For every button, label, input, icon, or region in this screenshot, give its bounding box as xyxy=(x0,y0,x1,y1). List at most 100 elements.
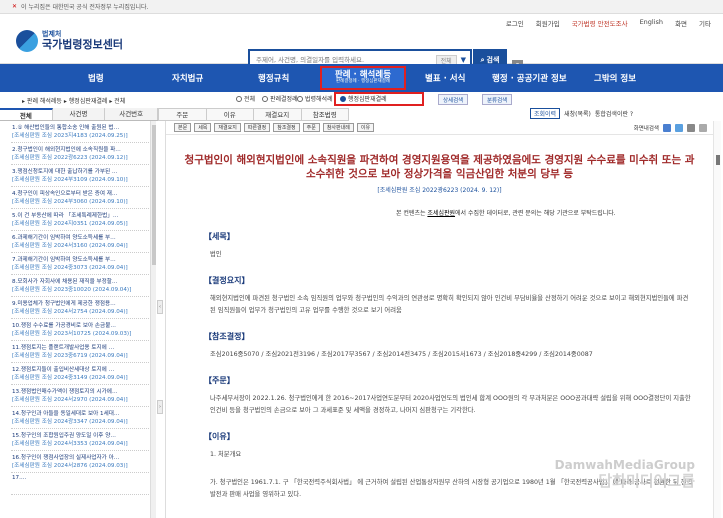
list-item[interactable]: 6.과제해기간이 임박하여 양도소득세를 부… [조세심판원 조심 2024서31… xyxy=(11,231,153,253)
nav-local-law[interactable]: 자치법규 xyxy=(172,72,203,84)
collapse-left-icon[interactable]: ‹ xyxy=(157,300,163,314)
util-links: 로그인 회원가입 국가법령 안전도조사 English 화면 기타 xyxy=(506,18,711,28)
section-heading: 【주문】 xyxy=(204,376,235,385)
bookmark-icon[interactable] xyxy=(699,123,707,132)
tab-all[interactable]: 전체 xyxy=(0,108,53,120)
list-item-source: [조세심판원 조심 2024중3149 (2024.09.04)] xyxy=(12,375,128,381)
tab-decision-summary[interactable]: 재결요지 xyxy=(253,108,302,121)
source-link[interactable]: 조세심판원 xyxy=(427,210,455,217)
print-icon[interactable] xyxy=(663,123,671,132)
document-scrollbar[interactable] xyxy=(713,121,721,518)
new-window-checkbox[interactable]: 새창(목록) xyxy=(564,109,591,118)
nav-precedent[interactable]: 판례 · 해석례등 판례결정례 · 행정심판재결례 xyxy=(320,66,406,90)
list-item[interactable]: 11.쟁점토지는 플랜트개발사업용 토지에 … [조세심판원 조심 2023중67… xyxy=(11,341,153,363)
section-body: 조심2016중5070 / 조심2021전3196 / 조심2017부3567 … xyxy=(210,351,593,358)
list-item-title: 6.과제해기간이 임박하여 양도소득세를 부… xyxy=(12,235,116,241)
nav-law[interactable]: 법령 xyxy=(88,72,104,84)
radio-precedent[interactable]: 판례결정례 xyxy=(262,94,298,103)
result-list: 1.① 해산법인들의 통합소송 인해 출원된 법… [조세심판원 조심 2023지… xyxy=(11,121,153,518)
list-item[interactable]: 16.청구인이 쟁점사업장의 실제사업자가 아… [조세심판원 조심 2024서2… xyxy=(11,451,153,473)
document-title: 청구법인이 해외현지법인에 소속직원을 파견하여 경영지원용역을 제공하였음에도… xyxy=(184,154,695,180)
logo-small-text: 법제처 xyxy=(42,29,62,38)
toolbar-button[interactable]: 재결요지 xyxy=(214,123,241,132)
toolbar-button[interactable]: 본문 xyxy=(174,123,192,132)
toolbar-button[interactable]: 주문 xyxy=(302,123,320,132)
list-item-title: 11.쟁점토지는 플랜트개발사업용 토지에 … xyxy=(12,345,115,351)
nav-precedent-sub: 판례결정례 · 행정심판재결례 xyxy=(336,79,390,85)
list-item-source: [조세심판원 조심 2023중6719 (2024.09.04)] xyxy=(12,353,128,359)
tab-reason[interactable]: 이유 xyxy=(205,108,254,121)
list-item-source: [조세심판원 조심 2024서3353 (2024.09.04)] xyxy=(12,441,128,447)
document-scrollbar-thumb[interactable] xyxy=(716,155,720,165)
list-item-source: [조세심판원 조심 2023중10020 (2024.09.04)] xyxy=(12,287,132,293)
list-scrollbar[interactable] xyxy=(150,121,156,518)
list-item-source: [조세심판원 조심 2024광3347 (2024.09.04)] xyxy=(12,419,128,425)
save-icon[interactable] xyxy=(687,123,695,132)
share-icon[interactable] xyxy=(675,123,683,132)
gov-banner-text: 이 누리집은 대한민국 공식 전자정부 누리집입니다. xyxy=(21,4,149,11)
integrated-help-link[interactable]: 통합검색이란 ? xyxy=(595,109,633,118)
notice-post: 에서 수집한 데이터로, 관련 문의는 해당 기관으로 부탁드립니다. xyxy=(455,210,616,217)
source-notice: 본 컨텐츠는 조세심판원에서 수집한 데이터로, 관련 문의는 해당 기관으로 … xyxy=(396,208,713,217)
expand-right-icon[interactable]: › xyxy=(157,400,163,414)
list-item[interactable]: 12.쟁점토지들이 출입비산세대상 토지에 … [조세심판원 조심 2024중31… xyxy=(11,363,153,385)
list-item[interactable]: 10.쟁점 수수료를 가공경비로 보아 손금불… [조세심판원 조심 2023서1… xyxy=(11,319,153,341)
list-item[interactable]: 1.① 해산법인들의 통합소송 인해 출원된 법… [조세심판원 조심 2023지… xyxy=(11,121,153,143)
nav-forms[interactable]: 별표 · 서식 xyxy=(425,72,465,84)
list-item-title: 12.쟁점토지들이 출입비산세대상 토지에 … xyxy=(12,367,115,373)
list-item-source: [조세심판원 조심 2023서10725 (2024.09.03)] xyxy=(12,331,132,337)
radio-interpretation[interactable]: 법령해석례 xyxy=(297,94,333,103)
toolbar-button[interactable]: 참사판내례 xyxy=(322,123,354,132)
list-item[interactable]: 5.이 건 부동산에 따라 「조세특례제한법」… [조세심판원 조심 2024지0… xyxy=(11,209,153,231)
list-item-title: 16.청구인이 쟁점사업장의 실제사업자가 아… xyxy=(12,455,120,461)
list-item[interactable]: 13.쟁점법인매수가액이 쟁점토지의 시가에… [조세심판원 조심 2024서29… xyxy=(11,385,153,407)
list-item[interactable]: 15.청구인의 조합원입주권 양도일 이후 양… [조세심판원 조심 2024서3… xyxy=(11,429,153,451)
in-page-search-label[interactable]: 화면내검색 xyxy=(634,124,659,132)
document-section: 【참조결정】 조심2016중5070 / 조심2021전3196 / 조심2017… xyxy=(204,331,713,361)
detail-search-button[interactable]: 상세검색 xyxy=(438,94,469,105)
field-tabs: 주문 이유 재결요지 참조법령 xyxy=(158,108,349,121)
site-logo[interactable]: 법제처 국가법령정보센터 xyxy=(16,30,123,52)
list-item[interactable]: 9.미용업체가 청구법인에게 제공한 쟁점용… [조세심판원 조심 2024서27… xyxy=(11,297,153,319)
list-item[interactable]: 17.… xyxy=(11,473,153,495)
english-link[interactable]: English xyxy=(640,18,663,28)
toolbar-button[interactable]: 이유 xyxy=(356,123,375,132)
list-scrollbar-thumb[interactable] xyxy=(152,125,156,265)
list-item-title: 17.… xyxy=(12,475,27,481)
list-item-title: 1.① 해산법인들의 통합소송 인해 출원된 법… xyxy=(12,125,120,131)
list-item-source: [조세심판원 조심 2024부3060 (2024.09.10)] xyxy=(12,199,128,205)
nav-public-info[interactable]: 행정 · 공공기관 정보 xyxy=(492,72,567,84)
list-item-title: 3.쟁점신청토지에 대한 출납하기를 가부된 … xyxy=(12,169,118,175)
radio-interpretation-label: 법령해석례 xyxy=(305,96,333,103)
category-search-button[interactable]: 분류검색 xyxy=(482,94,513,105)
list-item[interactable]: 3.쟁점신청토지에 대한 출납하기를 가부된 … [조세심판원 조심 2024부3… xyxy=(11,165,153,187)
screen-link[interactable]: 화면 xyxy=(675,18,687,28)
signup-link[interactable]: 회원가입 xyxy=(536,18,560,28)
radio-interpretation-dot xyxy=(297,95,303,102)
list-item-title: 13.쟁점법인매수가액이 쟁점토지의 시가에… xyxy=(12,389,118,395)
tab-order[interactable]: 주문 xyxy=(158,108,207,121)
nav-etc[interactable]: 그밖의 정보 xyxy=(594,72,636,84)
toolbar-button[interactable]: 세목 xyxy=(194,123,212,132)
list-item[interactable]: 7.과제해기간이 임박하여 양도소득세를 부… [조세심판원 조심 2024중30… xyxy=(11,253,153,275)
list-item[interactable]: 14.청구인과 아들을 동일세대로 보아 1세대… [조세심판원 조심 2024광… xyxy=(11,407,153,429)
list-item[interactable]: 4.청구인이 피상속인으로부터 받은 증여 재… [조세심판원 조심 2024부3… xyxy=(11,187,153,209)
tab-reference-law[interactable]: 참조법령 xyxy=(300,108,349,121)
login-link[interactable]: 로그인 xyxy=(506,18,524,28)
radio-all[interactable]: 전체 xyxy=(236,94,255,103)
site-header: 로그인 회원가입 국가법령 안전도조사 English 화면 기타 법제처 국가… xyxy=(0,14,723,71)
list-item-source: [조세심판원 조심 2024부3109 (2024.09.10)] xyxy=(12,177,128,183)
safety-link[interactable]: 국가법령 안전도조사 xyxy=(572,18,628,28)
history-button[interactable]: 조회이력 xyxy=(530,108,561,119)
chevron-down-icon[interactable]: ▼ xyxy=(461,56,466,64)
list-item[interactable]: 8.모회사가 자회사에 채용된 재직을 부정할… [조세심판원 조심 2023중1… xyxy=(11,275,153,297)
tab-case-number[interactable]: 사건번호 xyxy=(105,108,159,120)
nav-admin-rule[interactable]: 행정규칙 xyxy=(258,72,289,84)
tab-case-name[interactable]: 사건명 xyxy=(52,108,106,120)
list-item[interactable]: 2.청구법인이 해외현지법인에 소속직원을 파… [조세심판원 조심 2022광6… xyxy=(11,143,153,165)
toolbar-button[interactable]: 따른결정 xyxy=(243,123,271,132)
toolbar-button[interactable]: 참조결정 xyxy=(273,123,300,132)
document-section: 【결정요지】 해외현지법인에 파견된 청구법인 소속 임직원의 업무와 청구법인의… xyxy=(204,275,713,317)
list-item-title: 5.이 건 부동산에 따라 「조세특례제한법」… xyxy=(12,213,119,219)
etc-link[interactable]: 기타 xyxy=(699,18,711,28)
